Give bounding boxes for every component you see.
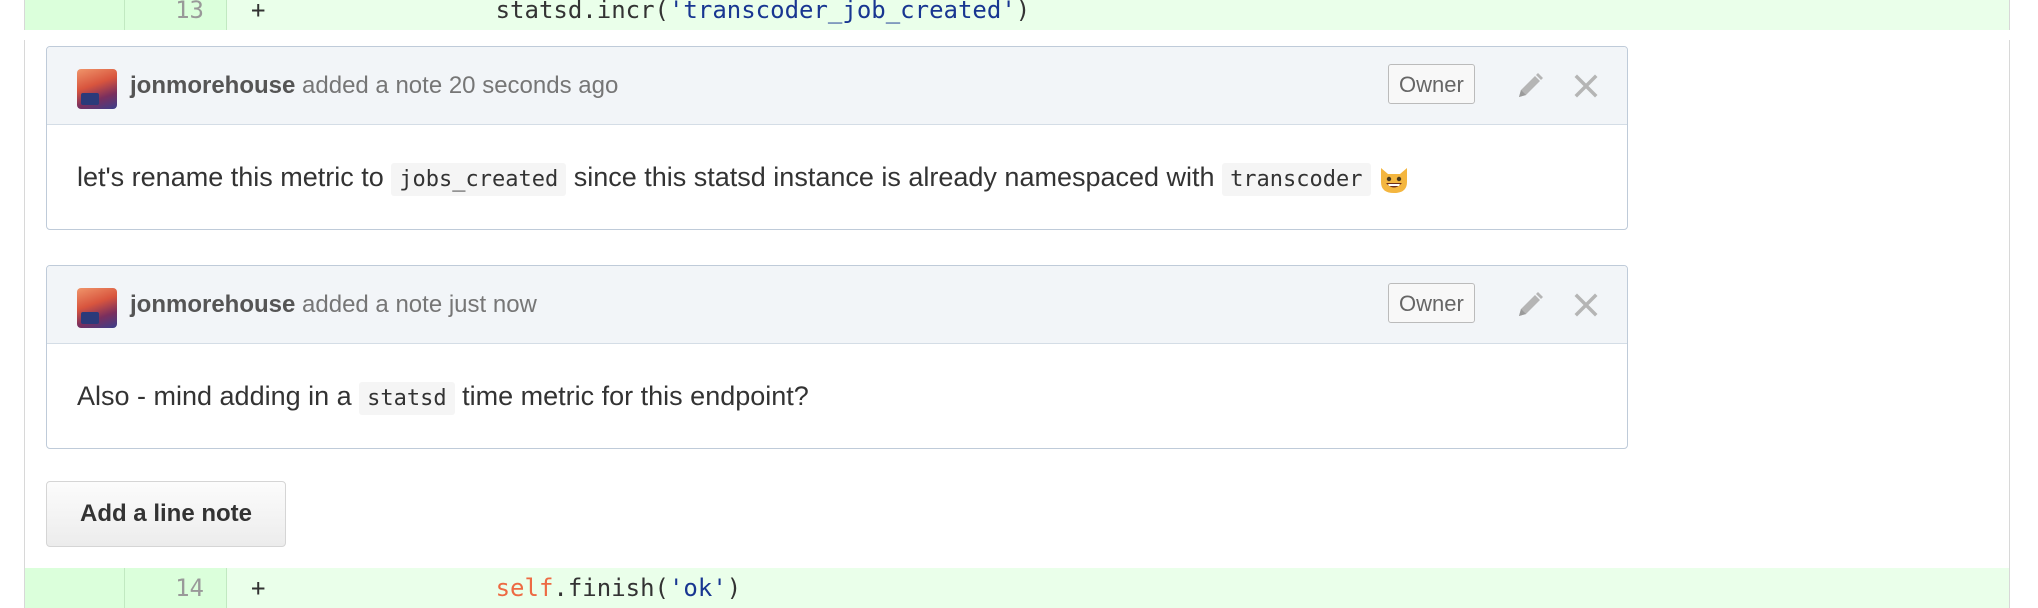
- note-text: Also - mind adding in a: [77, 381, 360, 411]
- code-text: ): [1015, 0, 1031, 24]
- owner-badge: Owner: [1388, 283, 1475, 323]
- code-text: ): [726, 574, 742, 602]
- close-icon[interactable]: [1569, 288, 1603, 322]
- code-self-token: self: [495, 574, 554, 602]
- add-line-note-button[interactable]: Add a line note: [46, 481, 286, 547]
- author-link[interactable]: jonmorehouse: [130, 291, 295, 318]
- diff-line-added: 14 + self.finish('ok'): [24, 568, 2010, 608]
- code-text: .finish(: [553, 574, 669, 602]
- line-comment-thread: jonmorehouse added a note 20 seconds ago…: [24, 40, 2010, 571]
- avatar[interactable]: [77, 69, 117, 109]
- close-icon[interactable]: [1569, 69, 1603, 103]
- diff-line-added: 13 + statsd.incr('transcoder_job_created…: [24, 0, 2010, 30]
- inline-code: statsd: [359, 382, 455, 415]
- note-header: jonmorehouse added a note 20 seconds ago…: [47, 47, 1627, 125]
- diff-add-marker: +: [251, 574, 266, 602]
- old-line-number-gutter: [25, 568, 125, 608]
- code-string-token: 'transcoder_job_created': [668, 0, 1016, 24]
- smiley-cat-emoji: [1380, 167, 1407, 193]
- owner-badge: Owner: [1388, 64, 1475, 104]
- code-text: statsd.incr(: [380, 0, 669, 24]
- pencil-icon[interactable]: [1513, 69, 1547, 103]
- note-action-text: added a note just now: [295, 291, 537, 318]
- inline-code: transcoder: [1222, 163, 1371, 196]
- new-line-number[interactable]: 13: [125, 0, 227, 30]
- diff-add-marker: +: [251, 0, 266, 24]
- author-link[interactable]: jonmorehouse: [130, 72, 295, 99]
- note-meta: jonmorehouse added a note 20 seconds ago: [130, 47, 618, 125]
- note-meta: jonmorehouse added a note just now: [130, 266, 537, 344]
- code-line: self.finish('ok'): [380, 568, 742, 608]
- line-note: jonmorehouse added a note just now Owner…: [46, 265, 1628, 449]
- note-text: since this statsd instance is already na…: [566, 162, 1223, 192]
- new-line-number[interactable]: 14: [125, 568, 227, 608]
- avatar[interactable]: [77, 288, 117, 328]
- inline-code: jobs_created: [391, 163, 567, 196]
- old-line-number-gutter: [25, 0, 125, 30]
- pencil-icon[interactable]: [1513, 288, 1547, 322]
- note-body: Also - mind adding in a statsd time metr…: [47, 344, 1627, 448]
- code-string-token: 'ok': [668, 574, 727, 602]
- code-line: statsd.incr('transcoder_job_created'): [380, 0, 1031, 30]
- note-text: let's rename this metric to: [77, 162, 392, 192]
- line-note: jonmorehouse added a note 20 seconds ago…: [46, 46, 1628, 230]
- note-header: jonmorehouse added a note just now Owner: [47, 266, 1627, 344]
- note-body: let's rename this metric to jobs_created…: [47, 125, 1627, 229]
- note-action-text: added a note 20 seconds ago: [295, 72, 619, 99]
- note-text: time metric for this endpoint?: [454, 381, 809, 411]
